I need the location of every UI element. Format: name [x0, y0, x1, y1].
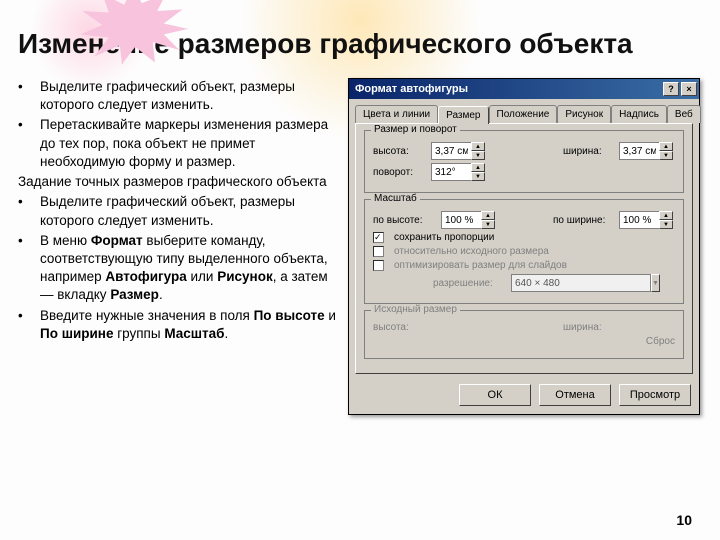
relative-original-checkbox[interactable]	[373, 246, 384, 257]
bullet-5: Введите нужные значения в поля По высоте…	[40, 307, 338, 343]
up-arrow-icon[interactable]: ▲	[471, 142, 485, 151]
close-button[interactable]: ×	[681, 82, 697, 96]
tab-size[interactable]: Размер	[438, 106, 488, 124]
resolution-combo: ▼	[511, 274, 587, 292]
group-scale: Масштаб по высоте: ▲▼ по ширине: ▲▼	[364, 199, 684, 304]
keep-ratio-label: сохранить пропорции	[394, 232, 494, 243]
resolution-input	[511, 274, 651, 292]
preview-button[interactable]: Просмотр	[619, 384, 691, 406]
orig-height-label: высота:	[373, 322, 425, 333]
scale-height-label: по высоте:	[373, 215, 435, 226]
group-original-size: Исходный размер высота: ширина: Сброс	[364, 310, 684, 359]
rotation-spinner[interactable]: ▲▼	[431, 163, 487, 181]
bullet-2: Перетаскивайте маркеры изменения размера…	[40, 116, 338, 171]
orig-width-label: ширина:	[563, 322, 613, 333]
bullet-1: Выделите графический объект, размеры кот…	[40, 78, 338, 114]
scale-height-input[interactable]	[441, 211, 481, 229]
rotation-label: поворот:	[373, 167, 425, 178]
best-slideshow-label: оптимизировать размер для слайдов	[394, 260, 567, 271]
cancel-button[interactable]: Отмена	[539, 384, 611, 406]
resolution-label: разрешение:	[433, 278, 505, 289]
scale-width-label: по ширине:	[553, 215, 613, 226]
subheading: Задание точных размеров графического объ…	[18, 173, 338, 191]
chevron-down-icon: ▼	[651, 274, 660, 292]
bullet-3: Выделите графический объект, размеры кот…	[40, 193, 338, 229]
best-slideshow-checkbox[interactable]	[373, 260, 384, 271]
scale-height-spinner[interactable]: ▲▼	[441, 211, 497, 229]
tab-strip: Цвета и линии Размер Положение Рисунок Н…	[349, 99, 699, 123]
help-button[interactable]: ?	[663, 82, 679, 96]
tab-textbox[interactable]: Надпись	[611, 105, 667, 123]
width-input[interactable]	[619, 142, 659, 160]
format-autoshape-dialog: Формат автофигуры ? × Цвета и линии Разм…	[348, 78, 700, 415]
dialog-titlebar[interactable]: Формат автофигуры ? ×	[349, 79, 699, 99]
height-input[interactable]	[431, 142, 471, 160]
height-spinner[interactable]: ▲▼	[431, 142, 487, 160]
relative-original-label: относительно исходного размера	[394, 246, 549, 257]
scale-width-input[interactable]	[619, 211, 659, 229]
tab-web[interactable]: Веб	[667, 105, 701, 123]
reset-button[interactable]: Сброс	[646, 336, 675, 347]
width-spinner[interactable]: ▲▼	[619, 142, 675, 160]
ok-button[interactable]: ОК	[459, 384, 531, 406]
instruction-text: •Выделите графический объект, размеры ко…	[18, 78, 338, 415]
rotation-input[interactable]	[431, 163, 471, 181]
down-arrow-icon[interactable]: ▼	[471, 151, 485, 160]
tab-position[interactable]: Положение	[489, 105, 558, 123]
page-number: 10	[676, 512, 692, 528]
tab-colors-lines[interactable]: Цвета и линии	[355, 105, 438, 123]
group-size-rotation: Размер и поворот высота: ▲▼ ширина: ▲▼	[364, 130, 684, 193]
height-label: высота:	[373, 146, 425, 157]
bullet-4: В меню Формат выберите команду, соответс…	[40, 232, 338, 305]
scale-width-spinner[interactable]: ▲▼	[619, 211, 675, 229]
width-label: ширина:	[563, 146, 613, 157]
tab-picture[interactable]: Рисунок	[557, 105, 611, 123]
dialog-title: Формат автофигуры	[355, 83, 468, 95]
keep-ratio-checkbox[interactable]	[373, 232, 384, 243]
